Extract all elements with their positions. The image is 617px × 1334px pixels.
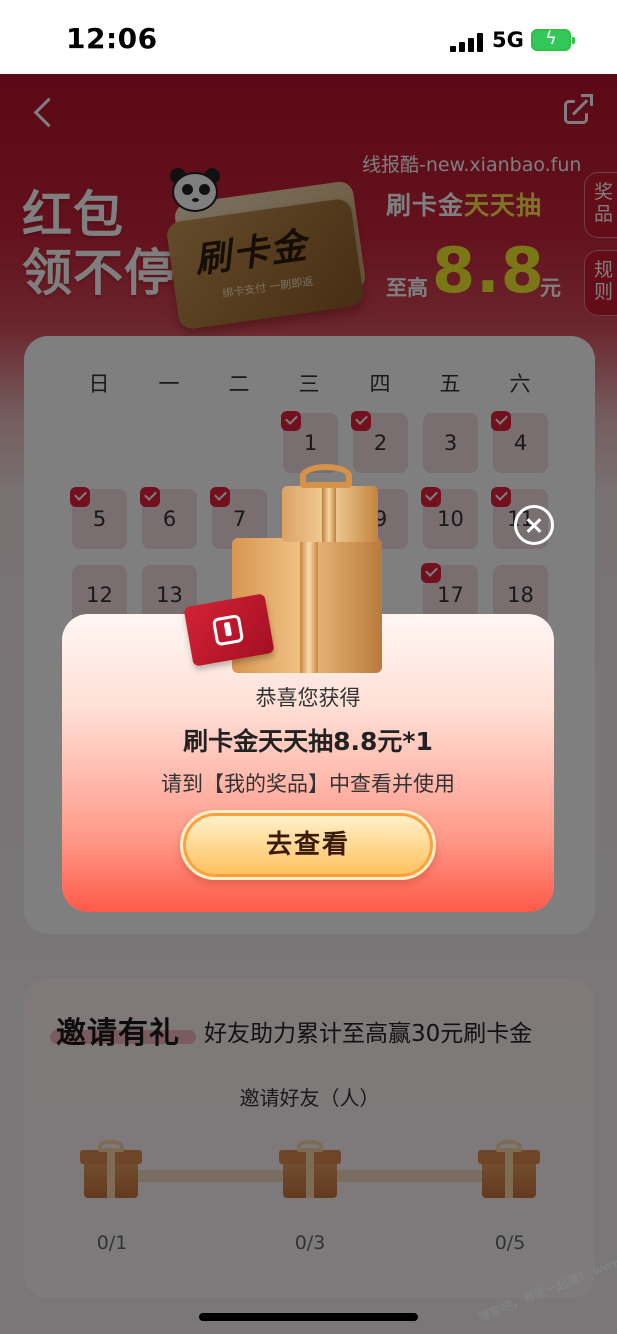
prize-hint: 请到【我的奖品】中查看并使用 xyxy=(161,772,455,796)
prize-name: 刷卡金天天抽8.8元*1 xyxy=(183,727,433,756)
home-indicator[interactable] xyxy=(199,1313,418,1321)
status-bar: 12:06 5G ϟ xyxy=(0,0,617,74)
network-type: 5G xyxy=(492,28,524,52)
status-time: 12:06 xyxy=(66,22,158,55)
battery-icon: ϟ xyxy=(531,28,575,51)
close-icon[interactable] xyxy=(514,505,554,545)
congrats-text: 恭喜您获得 xyxy=(255,686,361,710)
app-screen: 线报酷-new.xianbao.fun 红包 领不停 刷卡金 绑卡支付 一刷即返… xyxy=(0,74,617,1334)
gift-boxes-illustration xyxy=(150,464,450,679)
signal-icon xyxy=(450,32,484,52)
view-prize-button[interactable]: 去查看 xyxy=(180,810,436,880)
